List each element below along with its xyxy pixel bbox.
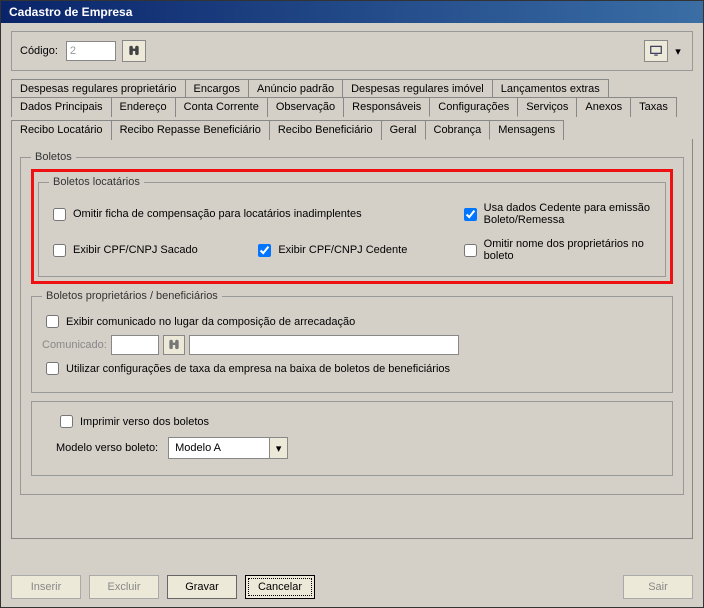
tab-row-1: Despesas regulares proprietárioEncargosA…	[11, 79, 693, 97]
code-label: Código:	[20, 45, 58, 57]
chk-exibir-comunicado[interactable]: Exibir comunicado no lugar da composição…	[42, 312, 662, 331]
tab-configura-es[interactable]: Configurações	[429, 97, 518, 117]
monitor-icon[interactable]	[644, 40, 668, 62]
comunicado-code-input[interactable]	[111, 335, 159, 355]
tab-anexos[interactable]: Anexos	[576, 97, 631, 117]
tab-encargos[interactable]: Encargos	[185, 79, 249, 98]
tab-despesas-regulares-im-vel[interactable]: Despesas regulares imóvel	[342, 79, 493, 98]
tab-despesas-regulares-propriet-rio[interactable]: Despesas regulares proprietário	[11, 79, 186, 98]
chk-omitir-ficha-box[interactable]	[53, 208, 66, 221]
inserir-button: Inserir	[11, 575, 81, 599]
tab-row-3: Recibo LocatárioRecibo Repasse Beneficiá…	[11, 120, 693, 139]
modelo-verso-combo[interactable]: Modelo A ▾	[168, 437, 288, 459]
tab-endere-o[interactable]: Endereço	[111, 97, 176, 117]
chk-omitir-nome[interactable]: Omitir nome dos proprietários no boleto	[460, 238, 655, 262]
boletos-proprietarios-legend: Boletos proprietários / beneficiários	[42, 290, 222, 302]
chk-utilizar-config-taxa-box[interactable]	[46, 362, 59, 375]
verso-fieldset: Imprimir verso dos boletos Modelo verso …	[31, 401, 673, 476]
tab-servi-os[interactable]: Serviços	[517, 97, 577, 117]
chk-exibir-sacado-label: Exibir CPF/CNPJ Sacado	[73, 244, 198, 256]
chk-omitir-nome-box[interactable]	[464, 244, 477, 257]
comunicado-label: Comunicado:	[42, 339, 107, 351]
sair-button: Sair	[623, 575, 693, 599]
highlight-box: Boletos locatários Omitir ficha de compe…	[31, 169, 673, 284]
gravar-button[interactable]: Gravar	[167, 575, 237, 599]
boletos-legend: Boletos	[31, 151, 76, 163]
binoculars-icon[interactable]	[122, 40, 146, 62]
chk-exibir-comunicado-box[interactable]	[46, 315, 59, 328]
window-title: Cadastro de Empresa	[1, 1, 703, 23]
chk-imprimir-verso-box[interactable]	[60, 415, 73, 428]
chk-omitir-nome-label: Omitir nome dos proprietários no boleto	[484, 238, 655, 262]
tab-observa-o[interactable]: Observação	[267, 97, 344, 117]
chk-utilizar-config-taxa-label: Utilizar configurações de taxa da empres…	[66, 363, 450, 375]
tab-panel: Boletos Boletos locatários Omitir ficha …	[11, 139, 693, 539]
boletos-fieldset: Boletos Boletos locatários Omitir ficha …	[20, 151, 684, 495]
tab-conta-corrente[interactable]: Conta Corrente	[175, 97, 268, 117]
chk-utilizar-config-taxa[interactable]: Utilizar configurações de taxa da empres…	[42, 359, 662, 378]
boletos-locatarios-legend: Boletos locatários	[49, 176, 144, 188]
chk-usa-dados-cedente-label: Usa dados Cedente para emissão Boleto/Re…	[484, 202, 655, 226]
tab-recibo-benefici-rio[interactable]: Recibo Beneficiário	[269, 120, 382, 140]
chk-exibir-comunicado-label: Exibir comunicado no lugar da composição…	[66, 316, 355, 328]
tab-recibo-repasse-benefici-rio[interactable]: Recibo Repasse Beneficiário	[111, 120, 270, 140]
chk-exibir-cedente-box[interactable]	[258, 244, 271, 257]
chk-exibir-sacado-box[interactable]	[53, 244, 66, 257]
dropdown-arrow-icon[interactable]: ▾	[672, 45, 684, 58]
chk-exibir-cedente[interactable]: Exibir CPF/CNPJ Cedente	[254, 238, 449, 262]
tab-dados-principais[interactable]: Dados Principais	[11, 97, 112, 117]
tab-mensagens[interactable]: Mensagens	[489, 120, 564, 140]
code-input[interactable]	[66, 41, 116, 61]
chk-omitir-ficha[interactable]: Omitir ficha de compensação para locatár…	[49, 202, 450, 226]
chk-exibir-cedente-label: Exibir CPF/CNPJ Cedente	[278, 244, 407, 256]
boletos-proprietarios-fieldset: Boletos proprietários / beneficiários Ex…	[31, 290, 673, 393]
chk-omitir-ficha-label: Omitir ficha de compensação para locatár…	[73, 208, 362, 220]
chk-imprimir-verso-label: Imprimir verso dos boletos	[80, 416, 209, 428]
chk-usa-dados-cedente-box[interactable]	[464, 208, 477, 221]
chevron-down-icon[interactable]: ▾	[269, 438, 287, 458]
tab-lan-amentos-extras[interactable]: Lançamentos extras	[492, 79, 609, 98]
chk-exibir-sacado[interactable]: Exibir CPF/CNPJ Sacado	[49, 238, 244, 262]
modelo-verso-label: Modelo verso boleto:	[56, 442, 158, 454]
tab-taxas[interactable]: Taxas	[630, 97, 677, 117]
tab-cobran-a[interactable]: Cobrança	[425, 120, 491, 140]
tab-geral[interactable]: Geral	[381, 120, 426, 140]
top-toolbar: Código: ▾	[11, 31, 693, 71]
chk-imprimir-verso[interactable]: Imprimir verso dos boletos	[42, 412, 662, 431]
tab-an-ncio-padr-o[interactable]: Anúncio padrão	[248, 79, 343, 98]
tab-respons-veis[interactable]: Responsáveis	[343, 97, 430, 117]
modelo-verso-value: Modelo A	[169, 442, 269, 454]
cancelar-button[interactable]: Cancelar	[245, 575, 315, 599]
chk-usa-dados-cedente[interactable]: Usa dados Cedente para emissão Boleto/Re…	[460, 202, 655, 226]
tab-recibo-locat-rio[interactable]: Recibo Locatário	[11, 120, 112, 140]
comunicado-desc-input[interactable]	[189, 335, 459, 355]
binoculars-icon[interactable]	[163, 335, 185, 355]
bottom-bar: Inserir Excluir Gravar Cancelar Sair	[11, 575, 693, 599]
tab-row-2: Dados PrincipaisEndereçoConta CorrenteOb…	[11, 97, 693, 116]
excluir-button: Excluir	[89, 575, 159, 599]
